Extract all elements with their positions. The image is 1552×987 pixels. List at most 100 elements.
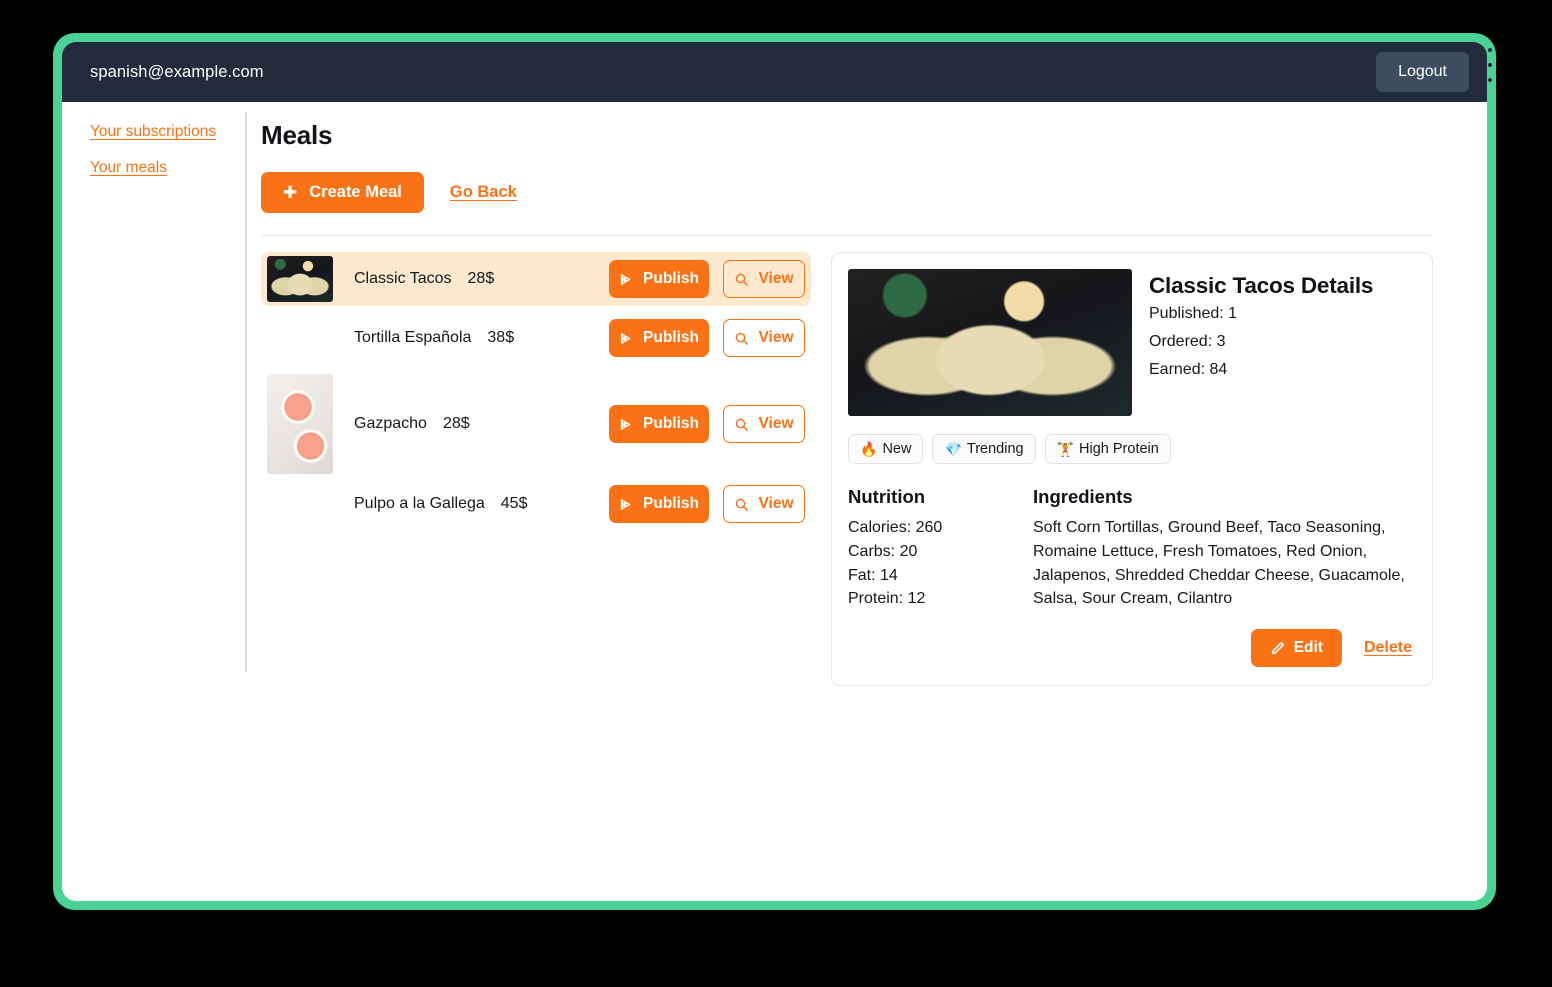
ingredients-heading: Ingredients [1033,486,1133,507]
columns: Classic Tacos 28$ Publish View Tortilla Espa… [261,252,1433,687]
main-panel: Meals ✚ Create Meal Go Back Classic Taco… [247,102,1487,687]
nutrition-column: Nutrition Calories: 260 Carbs: 20 Fat: 14 P… [848,486,1033,611]
meal-name: Gazpacho 28$ [333,415,609,433]
meal-actions: Publish View [609,260,807,298]
pizza-slice-icon [619,272,634,287]
publish-button[interactable]: Publish [609,260,709,298]
user-email-label: spanish@example.com [90,62,264,81]
sidebar-item-your-meals[interactable]: Your meals [90,159,245,177]
publish-label: Publish [643,415,699,432]
meal-price: 28$ [442,415,470,432]
action-row: ✚ Create Meal Go Back [261,172,1433,213]
pizza-slice-icon [619,331,634,346]
view-label: View [758,495,794,512]
grip-dot [1487,78,1492,82]
sidebar-item-your-subscriptions[interactable]: Your subscriptions [90,123,245,141]
meal-name: Pulpo a la Gallega 45$ [333,495,609,513]
tag-label: New [882,441,912,457]
view-label: View [758,270,794,287]
earned-amount: Earned: 84 [1149,361,1228,378]
pizza-slice-icon [619,497,634,512]
section-divider [261,235,1433,236]
meal-actions: Publish View [609,485,807,523]
search-icon [734,272,749,287]
nutrition-line: Calories: 260 [848,519,943,536]
edit-button[interactable]: Edit [1250,629,1342,668]
tag-row: 🔥 New 💎 Trending 🏋️ High Protein [848,434,1414,464]
top-navigation-bar: spanish@example.com Logout [62,42,1487,102]
meal-detail-title: Classic Tacos Details [1149,273,1374,298]
meal-actions: Publish View [609,319,807,357]
meal-row[interactable]: Gazpacho 28$ Publish View [261,370,811,478]
detail-meta: Classic Tacos Details Published: 1 Order… [1149,269,1373,389]
meal-price: 45$ [500,495,528,512]
nutrition-line: Protein: 12 [848,590,926,608]
tag-label: High Protein [1079,441,1159,457]
meal-row[interactable]: Tortilla Española 38$ Publish View [261,306,811,370]
detail-header: Classic Tacos Details Published: 1 Order… [848,269,1414,416]
search-icon [734,417,749,432]
nutrition-lines: Calories: 260 Carbs: 20 Fat: 14 Protein: 12 [848,516,1033,611]
page-title: Meals [261,120,333,150]
edit-label: Edit [1293,639,1323,657]
grip-dot [1487,63,1492,67]
search-icon [734,331,749,346]
weightlifter-emoji-icon: 🏋️ [1056,441,1075,457]
fire-emoji-icon: 🔥 [860,441,878,457]
publish-label: Publish [643,495,699,512]
page-content: Your subscriptions Your meals Meals ✚ Cr… [62,102,1487,901]
window-resize-grip[interactable] [1486,45,1493,85]
detail-footer: Edit Delete [848,629,1414,668]
published-count: Published: 1 [1149,305,1238,322]
publish-button[interactable]: Publish [609,485,709,523]
delete-link[interactable]: Delete [1364,639,1412,657]
meal-name: Tortilla Española 38$ [333,329,609,347]
ingredients-text: Soft Corn Tortillas, Ground Beef, Taco S… [1033,519,1405,608]
tag-pill: 🔥 New [848,434,924,464]
meal-title: Gazpacho [354,415,427,432]
meal-title: Tortilla Española [354,329,472,346]
gem-emoji-icon: 💎 [944,441,962,457]
meal-list: Classic Tacos 28$ Publish View Tortilla Espa… [261,252,811,530]
app-window: spanish@example.com Logout Your subscrip… [62,42,1487,901]
meal-row[interactable]: Pulpo a la Gallega 45$ Publish View [261,478,811,530]
view-button[interactable]: View [723,260,805,298]
ordered-count: Ordered: 3 [1149,333,1226,350]
meal-detail-image [848,269,1132,416]
publish-button[interactable]: Publish [609,405,709,443]
meal-thumbnail [267,482,333,526]
facts-section: Nutrition Calories: 260 Carbs: 20 Fat: 14 P… [848,486,1414,611]
meal-name: Classic Tacos 28$ [333,270,609,288]
pencil-icon [1270,641,1285,656]
meal-detail-card: Classic Tacos Details Published: 1 Order… [831,252,1433,687]
search-icon [734,497,749,512]
nutrition-heading: Nutrition [848,486,926,507]
logout-button[interactable]: Logout [1376,52,1469,92]
publish-label: Publish [643,270,699,287]
view-button[interactable]: View [723,405,805,443]
app-window-frame: spanish@example.com Logout Your subscrip… [53,33,1496,910]
meal-price: 38$ [487,329,515,346]
nutrition-line: Carbs: 20 [848,542,918,560]
go-back-link[interactable]: Go Back [450,183,517,202]
ingredients-column: Ingredients Soft Corn Tortillas, Ground … [1033,486,1414,611]
view-button[interactable]: View [723,319,805,357]
tag-pill: 💎 Trending [932,434,1036,464]
meal-thumbnail [267,310,333,366]
meal-title: Classic Tacos [354,270,452,287]
view-button[interactable]: View [723,485,805,523]
grip-dot [1487,48,1492,52]
publish-button[interactable]: Publish [609,319,709,357]
view-label: View [758,415,794,432]
nutrition-line: Fat: 14 [848,566,898,584]
meal-thumbnail [267,256,333,302]
meal-thumbnail [267,374,333,474]
view-label: View [758,329,794,346]
meal-actions: Publish View [609,405,807,443]
plus-icon: ✚ [283,183,298,202]
meal-row[interactable]: Classic Tacos 28$ Publish View [261,252,811,306]
meal-price: 28$ [467,270,495,287]
meal-title: Pulpo a la Gallega [354,495,485,512]
publish-label: Publish [643,329,699,346]
create-meal-button[interactable]: ✚ Create Meal [261,172,424,213]
